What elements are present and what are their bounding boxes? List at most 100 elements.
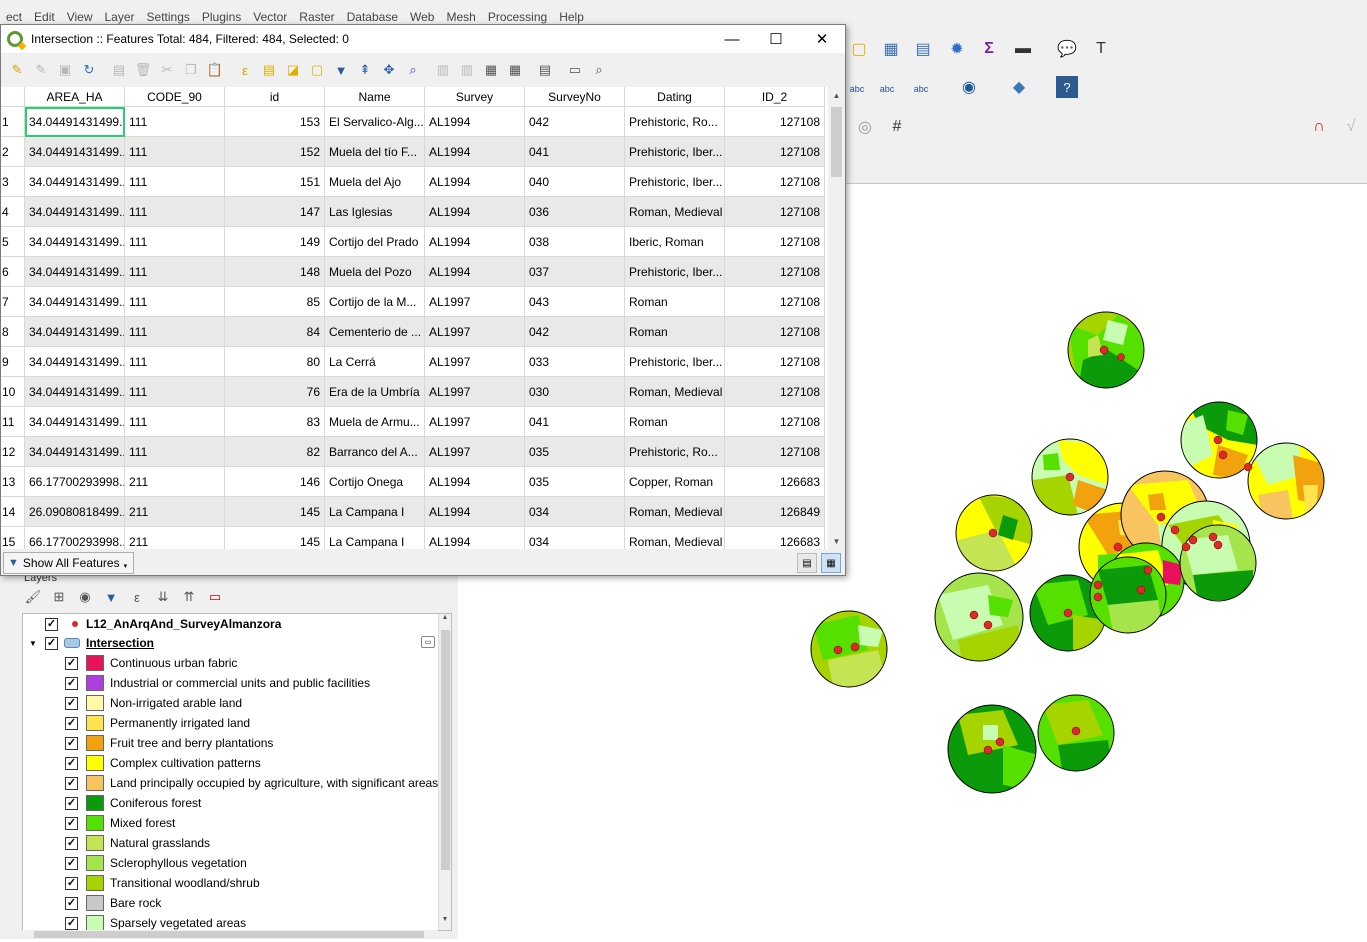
table-vertical-scrollbar[interactable]: ▲ ▼ [828,87,845,549]
legend-class-item[interactable]: ✓ Permanently irrigated land [23,713,439,733]
actions-icon[interactable]: ▭ [563,58,587,82]
table-cell[interactable]: 127108 [725,167,825,197]
table-cell[interactable]: 127108 [725,287,825,317]
legend-class-item[interactable]: ✓ Continuous urban fabric [23,653,439,673]
table-cell[interactable]: 34.04491431499... [25,377,125,407]
table-cell[interactable]: AL1997 [425,377,525,407]
add-group-icon[interactable]: ⊞ [48,587,70,607]
class-visibility-checkbox[interactable]: ✓ [65,856,78,870]
table-row[interactable]: 8 34.04491431499... 111 84 Cementerio de ...… [1,317,825,347]
table-cell[interactable]: 34.04491431499... [25,137,125,167]
row-number[interactable]: 6 [1,257,25,287]
deselect-all-icon[interactable]: ▢ [305,58,329,82]
table-cell[interactable]: Prehistoric, Iber... [625,257,725,287]
minimize-button[interactable]: — [709,25,755,53]
table-cell[interactable]: 111 [125,167,225,197]
table-cell[interactable]: 111 [125,377,225,407]
table-row[interactable]: 6 34.04491431499... 111 148 Muela del Pozo AL… [1,257,825,287]
table-row[interactable]: 1 34.04491431499... 111 153 El Servalico-Alg… [1,107,825,137]
class-visibility-checkbox[interactable]: ✓ [65,796,78,810]
filter-expression-icon[interactable]: ε [126,587,148,607]
class-visibility-checkbox[interactable]: ✓ [65,916,78,930]
filter-select-icon[interactable]: ▼ [329,58,353,82]
table-cell[interactable]: 148 [225,257,325,287]
class-visibility-checkbox[interactable]: ✓ [65,816,78,830]
label-move-icon[interactable]: abc [876,78,898,100]
menu-item[interactable]: ect [0,10,28,24]
table-row[interactable]: 4 34.04491431499... 111 147 Las Iglesias AL19… [1,197,825,227]
table-cell[interactable]: 83 [225,407,325,437]
table-cell[interactable]: AL1997 [425,347,525,377]
table-cell[interactable]: 66.17700293998... [25,467,125,497]
cut-icon[interactable]: ✂ [155,58,179,82]
layer-tree-scrollbar[interactable]: ▲ ▼ [438,614,451,930]
row-number[interactable]: 12 [1,437,25,467]
table-cell[interactable]: Muela del Pozo [325,257,425,287]
table-cell[interactable]: La Campana I [325,497,425,527]
table-cell[interactable]: 34.04491431499... [25,107,125,137]
text-annotation-icon[interactable]: T [1090,38,1112,60]
table-cell[interactable]: 030 [525,377,625,407]
maximize-button[interactable]: ☐ [753,25,799,53]
table-cell[interactable]: Roman, Medieval [625,497,725,527]
table-cell[interactable]: Prehistoric, Iber... [625,347,725,377]
table-row[interactable]: 15 66.17700293998... 211 145 La Campana I AL1… [1,527,825,549]
table-cell[interactable]: AL1994 [425,467,525,497]
table-cell[interactable]: 040 [525,167,625,197]
table-cell[interactable]: Cortijo de la M... [325,287,425,317]
layer-item-points[interactable]: ✓ L12_AnArqAnd_SurveyAlmanzora [23,614,439,634]
expand-all-icon[interactable]: ⇊ [152,587,174,607]
legend-class-item[interactable]: ✓ Bare rock [23,893,439,913]
table-cell[interactable]: 34.04491431499... [25,407,125,437]
table-cell[interactable]: Roman [625,407,725,437]
table-cell[interactable]: 041 [525,407,625,437]
table-cell[interactable]: 034 [525,527,625,549]
class-visibility-checkbox[interactable]: ✓ [65,716,78,730]
table-cell[interactable]: 127108 [725,407,825,437]
table-cell[interactable]: 042 [525,317,625,347]
table-cell[interactable]: 80 [225,347,325,377]
table-cell[interactable]: 127108 [725,107,825,137]
select-features-icon[interactable]: ▢ [848,38,870,60]
row-number[interactable]: 4 [1,197,25,227]
table-cell[interactable]: 041 [525,137,625,167]
table-cell[interactable]: 127108 [725,227,825,257]
table-cell[interactable]: AL1994 [425,497,525,527]
menu-item[interactable]: Web [404,10,440,24]
dialog-titlebar[interactable]: Intersection :: Features Total: 484, Fil… [1,25,845,53]
table-cell[interactable]: 34.04491431499... [25,317,125,347]
new-field-icon[interactable]: ▥ [431,58,455,82]
legend-class-item[interactable]: ✓ Mixed forest [23,813,439,833]
column-header[interactable]: CODE_90 [125,87,225,107]
table-cell[interactable]: 111 [125,407,225,437]
layer-visibility-checkbox[interactable]: ✓ [45,617,58,631]
table-cell[interactable]: 111 [125,347,225,377]
table-cell[interactable]: AL1994 [425,227,525,257]
save-edits-icon[interactable]: ▣ [53,58,77,82]
filter-legend-icon[interactable]: ▼ [100,587,122,607]
table-cell[interactable]: 34.04491431499... [25,197,125,227]
table-cell[interactable]: AL1994 [425,527,525,549]
column-header[interactable]: Dating [625,87,725,107]
table-cell[interactable]: Era de la Umbría [325,377,425,407]
delete-field-icon[interactable]: ▥ [455,58,479,82]
invert-selection-icon[interactable]: ◪ [281,58,305,82]
row-number[interactable]: 7 [1,287,25,317]
row-number[interactable]: 3 [1,167,25,197]
legend-class-item[interactable]: ✓ Non-irrigated arable land [23,693,439,713]
table-cell[interactable]: Roman, Medieval [625,197,725,227]
conditional-format-icon[interactable]: ▤ [533,58,557,82]
table-cell[interactable]: 111 [125,317,225,347]
row-number[interactable]: 5 [1,227,25,257]
table-cell[interactable]: 147 [225,197,325,227]
table-cell[interactable]: Roman, Medieval [625,527,725,549]
table-cell[interactable]: Roman [625,287,725,317]
table-cell[interactable]: 127108 [725,317,825,347]
legend-class-item[interactable]: ✓ Industrial or commercial units and publ… [23,673,439,693]
globe-plugin-icon[interactable]: ◉ [958,76,980,98]
select-all-icon[interactable]: ▤ [257,58,281,82]
legend-class-item[interactable]: ✓ Complex cultivation patterns [23,753,439,773]
table-cell[interactable]: 037 [525,257,625,287]
table-row[interactable]: 9 34.04491431499... 111 80 La Cerrá AL1997 033… [1,347,825,377]
menu-item[interactable]: View [61,10,99,24]
